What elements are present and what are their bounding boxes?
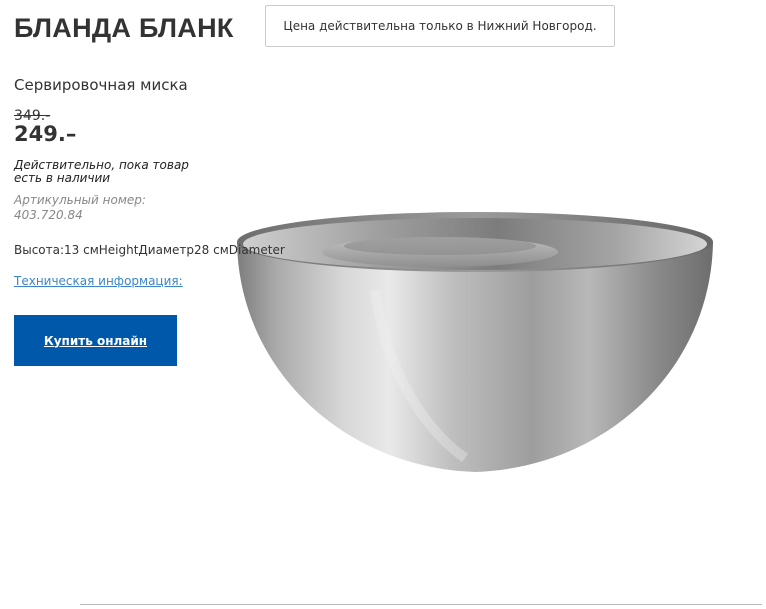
availability-note: Действительно, пока товар есть в наличии <box>14 158 189 185</box>
price-notice: Цена действительна только в Нижний Новго… <box>265 5 615 47</box>
technical-info-link[interactable]: Техническая информация: <box>14 274 183 288</box>
dimensions: Высота:13 смHeightДиаметр28 смDiameter <box>14 243 285 257</box>
article-number: Артикульный номер: 403.720.84 <box>14 193 146 222</box>
buy-online-button[interactable]: Купить онлайн <box>14 315 177 366</box>
steel-bowl-image <box>237 212 713 472</box>
product-title: БЛАНДА БЛАНК <box>14 13 234 43</box>
product-page: Цена действительна только в Нижний Новго… <box>0 0 766 609</box>
price-notice-text: Цена действительна только в Нижний Новго… <box>283 19 597 33</box>
product-description: Сервировочная миска <box>14 76 188 94</box>
current-price: 249.– <box>14 122 77 146</box>
divider <box>80 604 762 605</box>
